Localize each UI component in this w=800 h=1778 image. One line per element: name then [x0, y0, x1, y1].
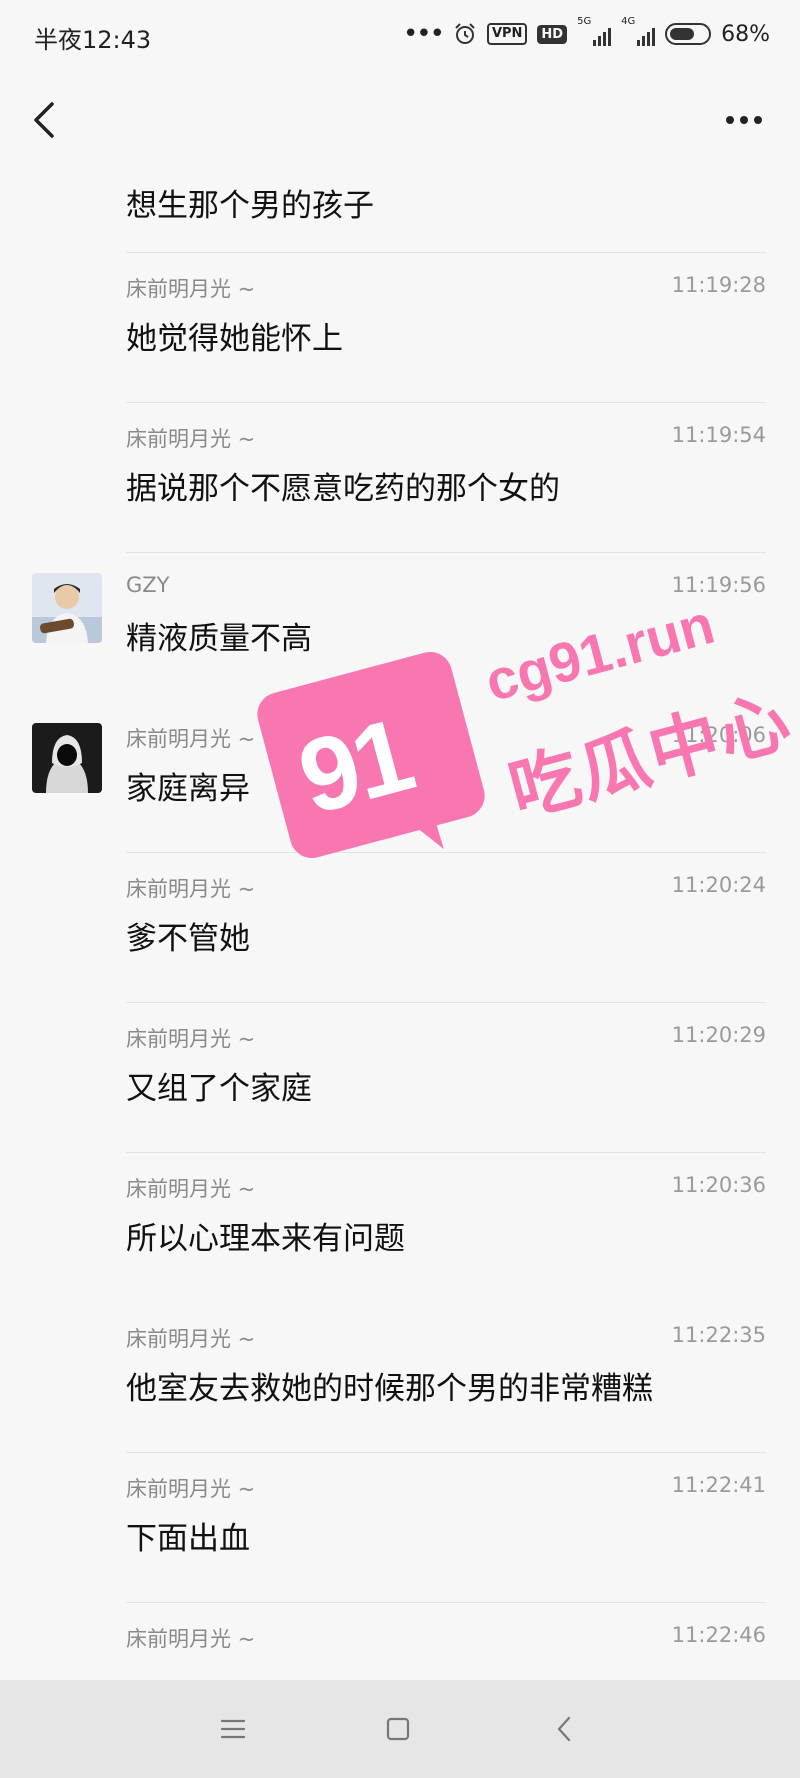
message-item[interactable]: 床前明月光 ~ 11:20:24 爹不管她 [0, 853, 800, 1003]
sender-name: 床前明月光 ~ [126, 427, 256, 451]
message-time: 11:19:56 [671, 573, 766, 597]
battery-percent: 68% [721, 21, 770, 47]
sender-name: 床前明月光 ~ [126, 877, 256, 901]
message-time: 11:22:35 [671, 1323, 766, 1347]
message-list[interactable]: 想生那个男的孩子 床前明月光 ~ 11:19:28 她觉得她能怀上 床前明月光 … [0, 168, 800, 1680]
message-time: 11:20:24 [671, 873, 766, 897]
message-item[interactable]: 床前明月光 ~ 11:20:36 所以心理本来有问题 [0, 1153, 800, 1303]
message-text: 下面出血 [126, 1521, 250, 1557]
message-text: 家庭离异 [126, 771, 250, 807]
message-time: 11:20:06 [671, 723, 766, 747]
message-item[interactable]: 床前明月光 ~ 11:19:28 她觉得她能怀上 [0, 253, 800, 403]
message-time: 11:20:36 [671, 1173, 766, 1197]
message-item[interactable]: 床前明月光 ~ 11:20:29 又组了个家庭 [0, 1003, 800, 1153]
message-item[interactable]: 床前明月光 ~ 11:22:35 他室友去救她的时候那个男的非常糟糕 [0, 1303, 800, 1453]
avatar[interactable] [32, 573, 102, 643]
message-item[interactable]: 床前明月光 ~ 11:22:41 下面出血 [0, 1453, 800, 1603]
notification-dots-icon: ••• [402, 19, 445, 49]
avatar[interactable] [32, 723, 102, 793]
hd-icon: HD [537, 24, 568, 44]
message-item[interactable]: 床前明月光 ~ 11:22:46 [0, 1603, 800, 1680]
status-bar: 半夜12:43 ••• VPN HD 5G 4G 68% [0, 0, 800, 72]
signal-4g-icon: 4G [621, 16, 656, 48]
alarm-clock-icon [455, 23, 475, 44]
signal-5g-icon: 5G [577, 16, 612, 48]
vpn-icon: VPN [486, 23, 528, 45]
sender-name: 床前明月光 ~ [126, 1477, 256, 1501]
sender-name: 床前明月光 ~ [126, 1327, 256, 1351]
message-text: 她觉得她能怀上 [126, 321, 343, 357]
triangle-back-icon[interactable] [550, 1714, 580, 1744]
square-home-icon[interactable] [383, 1714, 413, 1744]
sender-name: 床前明月光 ~ [126, 1177, 256, 1201]
message-text: 精液质量不高 [126, 621, 312, 657]
message-time: 11:20:29 [671, 1023, 766, 1047]
message-time: 11:19:54 [671, 423, 766, 447]
sender-name: 床前明月光 ~ [126, 277, 256, 301]
message-text: 他室友去救她的时候那个男的非常糟糕 [126, 1371, 653, 1407]
sender-name: 床前明月光 ~ [126, 727, 256, 751]
message-item[interactable]: 床前明月光 ~ 11:19:54 据说那个不愿意吃药的那个女的 [0, 403, 800, 553]
chevron-left-icon[interactable] [26, 100, 62, 140]
message-text: 想生那个男的孩子 [126, 188, 374, 224]
chat-header [0, 72, 800, 168]
message-text: 所以心理本来有问题 [126, 1221, 405, 1257]
message-item[interactable]: 床前明月光 ~ 11:20:06 家庭离异 [0, 703, 800, 853]
message-text: 又组了个家庭 [126, 1071, 312, 1107]
sender-name: 床前明月光 ~ [126, 1627, 256, 1651]
message-text: 爹不管她 [126, 921, 250, 957]
status-time: 半夜12:43 [34, 26, 152, 54]
sender-name: 床前明月光 ~ [126, 1027, 256, 1051]
status-icons: ••• VPN HD 5G 4G 68% [402, 16, 770, 50]
battery-icon [665, 23, 712, 45]
message-text: 据说那个不愿意吃药的那个女的 [126, 471, 560, 507]
sender-name: GZY [126, 573, 170, 597]
system-nav-bar [0, 1680, 800, 1778]
message-time: 11:22:41 [671, 1473, 766, 1497]
more-horizontal-icon[interactable] [724, 114, 764, 126]
message-time: 11:19:28 [671, 273, 766, 297]
message-item[interactable]: 想生那个男的孩子 [0, 168, 800, 253]
menu-icon[interactable] [218, 1714, 248, 1744]
message-time: 11:22:46 [671, 1623, 766, 1647]
message-item[interactable]: GZY 11:19:56 精液质量不高 [0, 553, 800, 703]
